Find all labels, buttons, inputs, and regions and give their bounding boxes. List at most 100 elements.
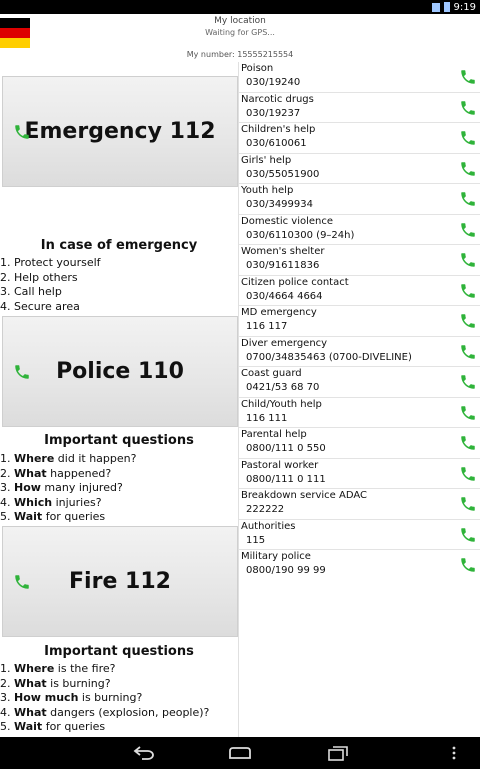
fire-call-button[interactable]: Fire 112 xyxy=(2,526,238,637)
contact-number: 030/19237 xyxy=(246,107,301,119)
contact-number: 030/610061 xyxy=(246,138,307,149)
back-button[interactable] xyxy=(124,743,164,763)
list-item: 5. Wait for queries xyxy=(0,720,106,733)
contact-number: 030/3499934 xyxy=(246,199,313,210)
list-item: 1. Where is the fire? xyxy=(0,662,116,675)
battery-icon xyxy=(443,2,450,12)
phone-icon[interactable] xyxy=(459,282,477,300)
contact-list: Poison 030/19240 Narcotic drugs 030/19237 … xyxy=(238,62,480,737)
location-header: My location Waiting for GPS... My number… xyxy=(0,14,480,62)
list-item: 3. How much is burning? xyxy=(0,691,143,704)
contact-name: Pastoral worker xyxy=(241,459,319,471)
police-questions-list: 1. Where did it happen? 2. What happened… xyxy=(0,452,238,525)
contact-row[interactable]: Narcotic drugs 030/19237 xyxy=(239,93,480,123)
fire-call-label: Fire 112 xyxy=(69,569,171,594)
contact-row[interactable]: Girls' help 030/55051900 xyxy=(239,154,480,184)
emergency-call-button[interactable]: Emergency 112 xyxy=(2,76,238,187)
police-call-label: Police 110 xyxy=(56,359,184,384)
contact-number: 0800/190 99 99 xyxy=(246,565,326,576)
list-item: 3. How many injured? xyxy=(0,481,123,494)
signal-icon xyxy=(431,2,440,12)
contact-row[interactable]: Domestic violence 030/6110300 (9–24h) xyxy=(239,215,480,245)
list-item: 5. Wait for queries xyxy=(0,510,106,523)
location-title: My location xyxy=(214,16,266,26)
phone-icon[interactable] xyxy=(459,99,477,117)
contact-row[interactable]: MD emergency 116 117 xyxy=(239,306,480,337)
phone-icon[interactable] xyxy=(459,404,477,422)
contact-number: 116 111 xyxy=(246,412,288,424)
list-item: 1. Protect yourself xyxy=(0,256,101,269)
contact-name: Women's shelter xyxy=(241,246,325,257)
contact-row[interactable]: Youth help 030/3499934 xyxy=(239,184,480,215)
phone-icon[interactable] xyxy=(459,190,477,208)
phone-icon[interactable] xyxy=(459,556,477,574)
contact-row[interactable]: Child/Youth help 116 111 xyxy=(239,398,480,428)
phone-icon[interactable] xyxy=(459,221,477,239)
contact-number: 030/91611836 xyxy=(246,260,320,271)
contact-name: Girls' help xyxy=(241,154,292,166)
status-bar: 9:19 xyxy=(0,0,480,14)
back-icon xyxy=(133,746,154,760)
contact-row[interactable]: Authorities 115 xyxy=(239,520,480,550)
contact-name: Youth help xyxy=(241,185,294,196)
phone-icon[interactable] xyxy=(459,251,477,269)
contact-row[interactable]: Parental help 0800/111 0 550 xyxy=(239,428,480,459)
list-item: 2. What happened? xyxy=(0,466,112,480)
phone-icon[interactable] xyxy=(459,312,477,330)
recent-apps-button[interactable] xyxy=(318,743,358,763)
contact-row[interactable]: Breakdown service ADAC 222222 xyxy=(239,489,480,520)
list-item: 2. What is burning? xyxy=(0,676,111,690)
contact-name: Military police xyxy=(241,551,311,562)
contact-row[interactable]: Pastoral worker 0800/111 0 111 xyxy=(239,459,480,489)
contact-number: 030/6110300 (9–24h) xyxy=(246,229,355,241)
home-button[interactable] xyxy=(220,743,260,763)
gps-status: Waiting for GPS... xyxy=(205,28,275,37)
contact-row[interactable]: Poison 030/19240 xyxy=(239,62,480,93)
contact-row[interactable]: Military police 0800/190 99 99 xyxy=(239,550,480,581)
status-icons: 9:19 xyxy=(431,0,476,14)
contact-row[interactable]: Children's help 030/610061 xyxy=(239,123,480,154)
emergency-steps-list: 1. Protect yourself 2. Help others 3. Ca… xyxy=(0,256,238,314)
phone-icon[interactable] xyxy=(459,526,477,544)
overflow-menu-icon xyxy=(452,746,456,760)
phone-icon[interactable] xyxy=(459,373,477,391)
overflow-menu-button[interactable] xyxy=(442,743,466,763)
phone-icon[interactable] xyxy=(459,160,477,178)
contact-name: Diver emergency xyxy=(241,337,328,349)
list-item: 2. Help others xyxy=(0,270,78,284)
phone-icon xyxy=(15,574,29,589)
contact-number: 116 117 xyxy=(246,321,288,332)
contact-row[interactable]: Diver emergency 0700/34835463 (0700-DIVEL… xyxy=(239,337,480,367)
phone-icon[interactable] xyxy=(459,129,477,147)
phone-icon[interactable] xyxy=(459,465,477,483)
phone-icon[interactable] xyxy=(459,434,477,452)
police-call-button[interactable]: Police 110 xyxy=(2,316,238,427)
contact-name: Authorities xyxy=(241,520,296,532)
contact-name: Citizen police contact xyxy=(241,276,349,288)
list-item: 1. Where did it happen? xyxy=(0,452,137,465)
contact-name: Parental help xyxy=(241,429,307,440)
contact-number: 0700/34835463 (0700-DIVELINE) xyxy=(246,351,412,363)
contact-number: 222222 xyxy=(246,504,285,515)
fire-questions-list: 1. Where is the fire? 2. What is burning… xyxy=(0,662,238,735)
status-time: 9:19 xyxy=(453,1,476,13)
contact-name: Children's help xyxy=(241,124,316,135)
phone-icon[interactable] xyxy=(459,343,477,361)
contact-row[interactable]: Coast guard 0421/53 68 70 xyxy=(239,367,480,398)
phone-icon[interactable] xyxy=(459,68,477,86)
contact-row[interactable]: Citizen police contact 030/4664 4664 xyxy=(239,276,480,306)
recent-apps-icon xyxy=(328,746,348,761)
navigation-bar xyxy=(0,737,480,769)
phone-icon[interactable] xyxy=(459,495,477,513)
emergency-panel: Emergency 112 In case of emergency 1. Pr… xyxy=(0,62,238,737)
contact-number: 0421/53 68 70 xyxy=(246,382,320,393)
contact-name: Poison xyxy=(241,63,274,74)
emergency-call-label: Emergency 112 xyxy=(24,119,216,144)
emergency-section-title: In case of emergency xyxy=(40,238,198,253)
contact-number: 0800/111 0 111 xyxy=(246,473,326,485)
contact-name: Narcotic drugs xyxy=(241,93,314,105)
contact-row[interactable]: Women's shelter 030/91611836 xyxy=(239,245,480,276)
list-item: 4. Which injuries? xyxy=(0,495,102,509)
list-item: 3. Call help xyxy=(0,285,62,298)
contact-number: 030/4664 4664 xyxy=(246,290,323,302)
